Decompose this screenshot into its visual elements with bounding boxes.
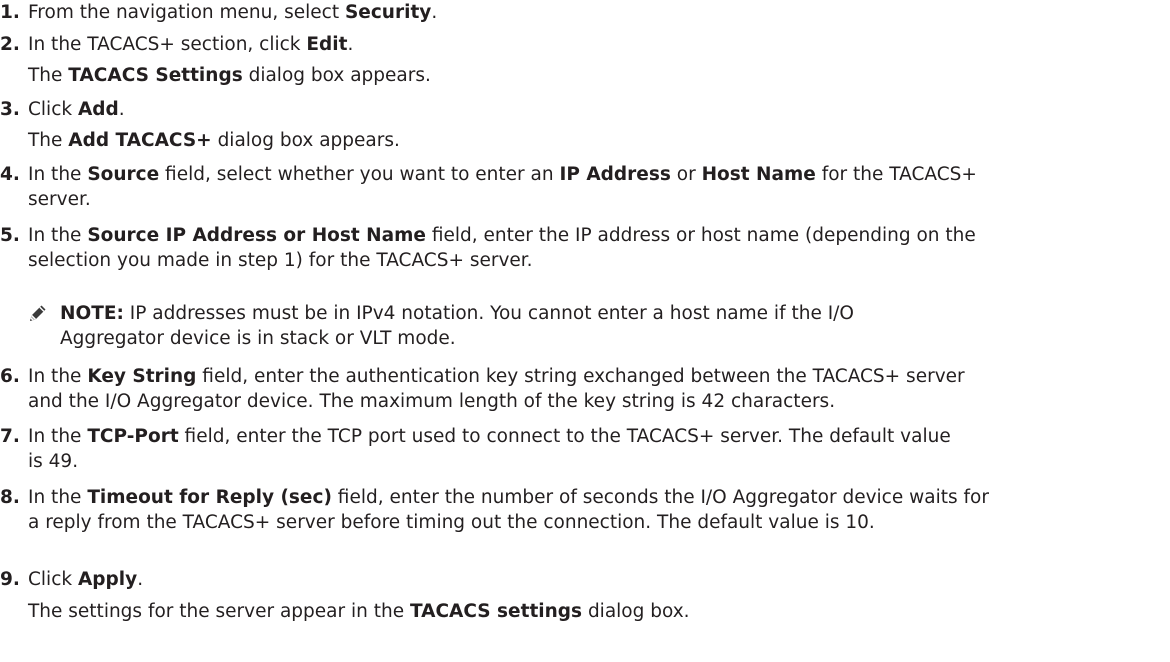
result-text: The: [28, 130, 69, 151]
step-number: 3.: [0, 99, 20, 120]
step-5: 5. In the Source IP Address or Host Name…: [0, 223, 1170, 273]
step-text: field, enter the number of seconds the I…: [331, 487, 989, 508]
step-1: 1. From the navigation menu, select Secu…: [0, 0, 1170, 25]
step-8: 8. In the Timeout for Reply (sec) field,…: [0, 485, 1170, 535]
step-text: .: [431, 2, 438, 23]
step-7: 7. In the TCP-Port field, enter the TCP …: [0, 424, 1170, 474]
note-text: Aggregator device is in stack or VLT mod…: [60, 328, 456, 349]
ui-term: TCP-Port: [87, 426, 179, 447]
step-number: 5.: [0, 225, 20, 246]
step-3: 3. Click Add.: [0, 97, 1170, 122]
ui-term: Source IP Address or Host Name: [87, 225, 426, 246]
step-9-result: The settings for the server appear in th…: [0, 599, 1170, 624]
ui-term: IP Address: [559, 164, 671, 185]
ui-term: Timeout for Reply (sec): [87, 487, 332, 508]
note-callout: NOTE: IP addresses must be in IPv4 notat…: [0, 301, 1170, 351]
step-text: In the: [28, 426, 88, 447]
step-text: In the: [28, 487, 88, 508]
step-text: field, enter the authentication key stri…: [196, 366, 965, 387]
step-text: In the: [28, 164, 88, 185]
result-text: The: [28, 65, 69, 86]
step-text: server.: [28, 189, 91, 210]
ui-term: TACACS Settings: [68, 65, 243, 86]
ui-term: Apply: [77, 569, 138, 590]
step-number: 8.: [0, 487, 20, 508]
step-number: 1.: [0, 2, 20, 23]
ui-term: Add: [77, 99, 119, 120]
step-text: .: [118, 99, 125, 120]
step-text: In the: [28, 225, 88, 246]
result-text: dialog box appears.: [242, 65, 431, 86]
ui-term: TACACS settings: [409, 601, 583, 622]
step-text: and the I/O Aggregator device. The maxim…: [28, 391, 836, 412]
step-text: From the navigation menu, select: [28, 2, 345, 23]
step-9: 9. Click Apply.: [0, 567, 1170, 592]
step-number: 9.: [0, 569, 20, 590]
note-text: IP addresses must be in IPv4 notation. Y…: [123, 303, 854, 324]
result-text: dialog box appears.: [211, 130, 400, 151]
step-4: 4. In the Source field, select whether y…: [0, 162, 1170, 212]
step-2-result: The TACACS Settings dialog box appears.: [0, 63, 1170, 88]
step-number: 7.: [0, 426, 20, 447]
result-text: dialog box.: [582, 601, 690, 622]
step-text: field, enter the IP address or host name…: [425, 225, 976, 246]
step-text: a reply from the TACACS+ server before t…: [28, 512, 875, 533]
step-text: Click: [28, 569, 78, 590]
step-text: In the TACACS+ section, click: [28, 34, 307, 55]
ui-term: Host Name: [701, 164, 816, 185]
step-text: In the: [28, 366, 88, 387]
step-text: selection you made in step 1) for the TA…: [28, 250, 533, 271]
step-text: is 49.: [28, 451, 79, 472]
step-6: 6. In the Key String field, enter the au…: [0, 364, 1170, 414]
ui-term: Key String: [87, 366, 197, 387]
step-number: 2.: [0, 34, 20, 55]
step-2: 2. In the TACACS+ section, click Edit.: [0, 32, 1170, 57]
step-number: 6.: [0, 366, 20, 387]
step-text: field, enter the TCP port used to connec…: [178, 426, 951, 447]
step-text: for the TACACS+: [815, 164, 977, 185]
pencil-note-icon: [30, 305, 46, 321]
step-text: or: [670, 164, 702, 185]
result-text: The settings for the server appear in th…: [28, 601, 410, 622]
ui-term: Source: [87, 164, 160, 185]
step-text: .: [137, 569, 144, 590]
step-number: 4.: [0, 164, 20, 185]
step-text: field, select whether you want to enter …: [159, 164, 560, 185]
note-label: NOTE:: [60, 303, 124, 324]
step-3-result: The Add TACACS+ dialog box appears.: [0, 128, 1170, 153]
ui-term: Security: [344, 2, 432, 23]
step-text: .: [347, 34, 354, 55]
ui-term: Edit: [306, 34, 348, 55]
ui-term: Add TACACS+: [68, 130, 212, 151]
step-text: Click: [28, 99, 78, 120]
